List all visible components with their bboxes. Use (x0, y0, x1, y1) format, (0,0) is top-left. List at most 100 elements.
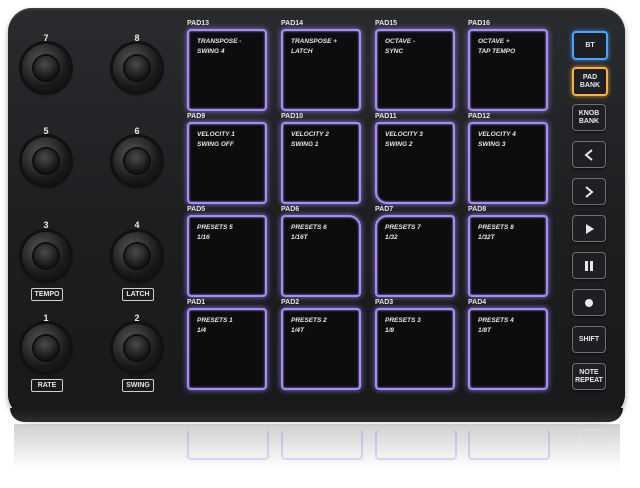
next-button[interactable] (572, 178, 606, 205)
pad-2-label: PAD2 (281, 299, 300, 306)
pad-15[interactable]: OCTAVE - SYNC (375, 29, 455, 111)
shift-button-label: SHIFT (578, 335, 600, 343)
play-button[interactable] (572, 215, 606, 242)
pad-12-function-1: VELOCITY 4 (478, 131, 516, 138)
pad-13-function-2: SWING 4 (197, 48, 225, 55)
pad-7-function-1: PRESETS 7 (385, 224, 421, 231)
pad-5[interactable]: PRESETS 5 1/16 (187, 215, 267, 297)
note-repeat-label-2: REPEAT (575, 376, 603, 384)
knob-bank-label-1: KNOB (578, 109, 600, 117)
pad-10[interactable]: VELOCITY 2 SWING 1 (281, 122, 361, 204)
knob-4-label: 4 (134, 220, 140, 230)
surface-reflection (14, 424, 620, 488)
pad-10-function-1: VELOCITY 2 (291, 131, 329, 138)
pad-9-function-2: SWING OFF (197, 141, 234, 148)
knob-4[interactable] (113, 232, 161, 280)
pad-14-function-2: LATCH (291, 48, 313, 55)
pad-16-label: PAD16 (468, 20, 491, 27)
pad-bank-label-1: PAD (582, 73, 598, 81)
pad-3[interactable]: PRESETS 3 1/8 (375, 308, 455, 390)
pad-6-label: PAD6 (281, 206, 300, 213)
pad-14-label: PAD14 (281, 20, 304, 27)
chevron-right-icon (585, 185, 594, 198)
pad-1-function-2: 1/4 (197, 327, 207, 334)
knob-3[interactable] (22, 232, 70, 280)
pad-bank-button[interactable]: PAD BANK (572, 67, 608, 96)
knob-8[interactable] (113, 44, 161, 92)
reflection-pad (375, 430, 457, 460)
pad-15-function-1: OCTAVE - (385, 38, 416, 45)
pad-13-label: PAD13 (187, 20, 210, 27)
pad-10-function-2: SWING 1 (291, 141, 319, 148)
pad-12[interactable]: VELOCITY 4 SWING 3 (468, 122, 548, 204)
knob-5-label: 5 (43, 126, 49, 136)
knob-2-label: 2 (134, 313, 140, 323)
pad-15-label: PAD15 (375, 20, 398, 27)
pad-11-function-1: VELOCITY 3 (385, 131, 423, 138)
pad-8[interactable]: PRESETS 8 1/32T (468, 215, 548, 297)
pad-11[interactable]: VELOCITY 3 SWING 2 (375, 122, 455, 204)
pad-16-function-1: OCTAVE + (478, 38, 510, 45)
knob-7[interactable] (22, 44, 70, 92)
pad-6[interactable]: PRESETS 6 1/16T (281, 215, 361, 297)
pad-13-function-1: TRANSPOSE - (197, 38, 242, 45)
pad-4-label: PAD4 (468, 299, 487, 306)
pad-14[interactable]: TRANSPOSE + LATCH (281, 29, 361, 111)
pad-16[interactable]: OCTAVE + TAP TEMPO (468, 29, 548, 111)
note-repeat-button[interactable]: NOTE REPEAT (572, 363, 606, 390)
pad-7-label: PAD7 (375, 206, 394, 213)
reflection-button (579, 430, 611, 456)
pad-4-function-2: 1/8T (478, 327, 492, 334)
pad-11-function-2: SWING 2 (385, 141, 413, 148)
reflection-pad (468, 430, 550, 460)
pad-15-function-2: SYNC (385, 48, 404, 55)
bt-button[interactable]: BT (572, 31, 608, 60)
knob-1[interactable] (22, 324, 70, 372)
pad-bank-label-2: BANK (579, 81, 601, 89)
knob-6-label: 6 (134, 126, 140, 136)
pad-5-label: PAD5 (187, 206, 206, 213)
pad-7[interactable]: PRESETS 7 1/32 (375, 215, 455, 297)
pause-button[interactable] (572, 252, 606, 279)
note-repeat-label-1: NOTE (579, 368, 599, 376)
reflection-pad (187, 430, 269, 460)
pad-6-function-1: PRESETS 6 (291, 224, 327, 231)
knob-8-label: 8 (134, 33, 140, 43)
pad-4[interactable]: PRESETS 4 1/8T (468, 308, 548, 390)
chevron-left-icon (584, 148, 593, 161)
record-button[interactable] (572, 289, 606, 316)
pad-9[interactable]: VELOCITY 1 SWING OFF (187, 122, 267, 204)
pad-2-function-1: PRESETS 2 (291, 317, 327, 324)
knob-4-function-label: LATCH (122, 288, 154, 301)
knob-6[interactable] (113, 137, 161, 185)
pad-2-function-2: 1/4T (291, 327, 305, 334)
pad-12-function-2: SWING 3 (478, 141, 506, 148)
knob-2[interactable] (113, 324, 161, 372)
pad-10-label: PAD10 (281, 113, 304, 120)
pad-13[interactable]: TRANSPOSE - SWING 4 (187, 29, 267, 111)
pad-6-function-2: 1/16T (291, 234, 308, 241)
knob-5[interactable] (22, 137, 70, 185)
knob-1-label: 1 (43, 313, 49, 323)
knob-bank-button[interactable]: KNOB BANK (572, 104, 606, 131)
pad-12-label: PAD12 (468, 113, 491, 120)
knob-3-function-label: TEMPO (31, 288, 63, 301)
pad-5-function-1: PRESETS 5 (197, 224, 233, 231)
pad-3-function-2: 1/8 (385, 327, 395, 334)
reflection-pad (281, 430, 363, 460)
knob-3-label: 3 (43, 220, 49, 230)
pad-4-function-1: PRESETS 4 (478, 317, 514, 324)
shift-button[interactable]: SHIFT (572, 326, 606, 353)
knob-2-function-label: SWING (122, 379, 154, 392)
pad-3-label: PAD3 (375, 299, 394, 306)
knob-7-label: 7 (43, 33, 49, 43)
pause-icon (585, 260, 593, 271)
pad-11-label: PAD11 (375, 113, 397, 120)
pad-2[interactable]: PRESETS 2 1/4T (281, 308, 361, 390)
prev-button[interactable] (572, 141, 606, 168)
pad-3-function-1: PRESETS 3 (385, 317, 421, 324)
pad-7-function-2: 1/32 (385, 234, 398, 241)
pad-8-function-2: 1/32T (478, 234, 495, 241)
pad-9-function-1: VELOCITY 1 (197, 131, 235, 138)
pad-1[interactable]: PRESETS 1 1/4 (187, 308, 267, 390)
